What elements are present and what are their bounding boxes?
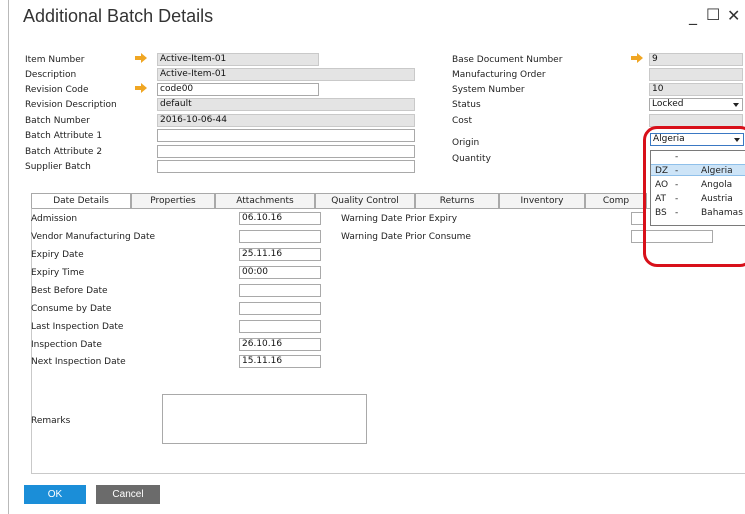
next-inspection-date-field[interactable]: 15.11.16: [239, 355, 321, 368]
maximize-icon[interactable]: ☐: [706, 5, 720, 24]
status-label: Status: [452, 100, 481, 110]
consume-by-date-field[interactable]: [239, 302, 321, 315]
vendor-manufacturing-date-label: Vendor Manufacturing Date: [31, 232, 156, 242]
vendor-manufacturing-date-field[interactable]: [239, 230, 321, 243]
expiry-date-field[interactable]: 25.11.16: [239, 248, 321, 261]
minimize-icon[interactable]: _: [689, 6, 697, 25]
expiry-time-field[interactable]: 00:00: [239, 266, 321, 279]
base-document-number-label: Base Document Number: [452, 55, 563, 65]
description-label: Description: [25, 70, 77, 80]
warning-prior-expiry-label: Warning Date Prior Expiry: [341, 214, 458, 224]
tab-properties[interactable]: Properties: [131, 193, 215, 208]
last-inspection-date-label: Last Inspection Date: [31, 322, 124, 332]
batch-attribute-1-label: Batch Attribute 1: [25, 131, 103, 141]
manufacturing-order-field: [649, 68, 743, 81]
description-field: Active-Item-01: [157, 68, 415, 81]
next-inspection-date-label: Next Inspection Date: [31, 357, 126, 367]
origin-label: Origin: [452, 138, 480, 148]
best-before-date-field[interactable]: [239, 284, 321, 297]
ok-button[interactable]: OK: [24, 485, 86, 504]
status-dropdown[interactable]: Locked: [649, 98, 743, 111]
warning-prior-expiry-field[interactable]: [631, 212, 643, 225]
inspection-date-label: Inspection Date: [31, 340, 102, 350]
cancel-button[interactable]: Cancel: [96, 485, 160, 504]
remarks-textarea[interactable]: [162, 394, 367, 444]
tab-quality-control[interactable]: Quality Control: [315, 193, 415, 208]
inspection-date-field[interactable]: 26.10.16: [239, 338, 321, 351]
supplier-batch-label: Supplier Batch: [25, 162, 91, 172]
title-bar: Additional Batch Details _ ☐ ✕: [9, 0, 745, 32]
batch-attribute-1-field[interactable]: [157, 129, 415, 142]
item-number-label: Item Number: [25, 55, 85, 65]
cost-label: Cost: [452, 116, 473, 126]
chevron-down-icon: [733, 103, 739, 107]
tab-comp[interactable]: Comp: [585, 193, 647, 208]
tab-attachments[interactable]: Attachments: [215, 193, 315, 208]
batch-number-field: 2016-10-06-44: [157, 114, 415, 127]
expiry-date-label: Expiry Date: [31, 250, 84, 260]
expiry-time-label: Expiry Time: [31, 268, 85, 278]
system-number-label: System Number: [452, 85, 525, 95]
additional-batch-details-window: Additional Batch Details _ ☐ ✕ Item Numb…: [8, 0, 745, 514]
date-details-panel: [31, 208, 745, 474]
remarks-label: Remarks: [31, 416, 71, 426]
revision-code-label: Revision Code: [25, 85, 89, 95]
base-document-link-arrow-icon[interactable]: [631, 53, 643, 63]
tab-inventory[interactable]: Inventory: [499, 193, 585, 208]
revision-description-field: default: [157, 98, 415, 111]
origin-highlight-annotation: [643, 126, 745, 267]
revision-description-label: Revision Description: [25, 100, 117, 110]
batch-attribute-2-field[interactable]: [157, 145, 415, 158]
tab-returns[interactable]: Returns: [415, 193, 499, 208]
batch-attribute-2-label: Batch Attribute 2: [25, 147, 103, 157]
quantity-label: Quantity: [452, 154, 491, 164]
revision-code-field[interactable]: code00: [157, 83, 319, 96]
close-icon[interactable]: ✕: [727, 6, 740, 25]
status-value: Locked: [652, 99, 684, 109]
admission-field[interactable]: 06.10.16: [239, 212, 321, 225]
consume-by-date-label: Consume by Date: [31, 304, 112, 314]
item-number-field: Active-Item-01: [157, 53, 319, 66]
last-inspection-date-field[interactable]: [239, 320, 321, 333]
window-title: Additional Batch Details: [23, 6, 214, 26]
admission-label: Admission: [31, 214, 78, 224]
supplier-batch-field[interactable]: [157, 160, 415, 173]
warning-prior-consume-label: Warning Date Prior Consume: [341, 232, 471, 242]
manufacturing-order-label: Manufacturing Order: [452, 70, 546, 80]
revision-code-link-arrow-icon[interactable]: [135, 83, 147, 93]
best-before-date-label: Best Before Date: [31, 286, 108, 296]
batch-number-label: Batch Number: [25, 116, 90, 126]
base-document-number-field: 9: [649, 53, 743, 66]
system-number-field: 10: [649, 83, 743, 96]
item-number-link-arrow-icon[interactable]: [135, 53, 147, 63]
tab-date-details[interactable]: Date Details: [31, 193, 131, 209]
